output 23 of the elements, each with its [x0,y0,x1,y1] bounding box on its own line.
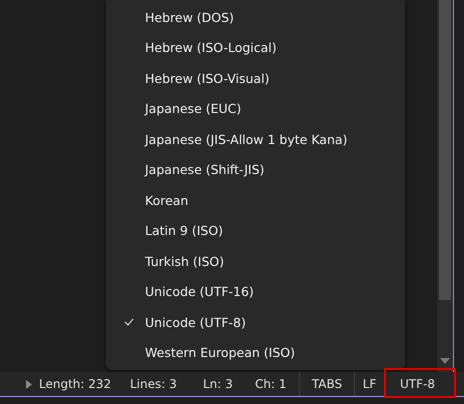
menu-item[interactable]: Japanese (EUC) [106,94,405,124]
status-text: Ln: 3 [203,377,234,391]
status-text: Length: 232 [39,377,112,391]
status-text: Ch: 1 [255,377,288,391]
menu-item[interactable]: Unicode (UTF-8) [106,307,405,338]
menu-item[interactable]: Unicode (UTF-16) [106,276,405,307]
status-button[interactable]: TABS [299,372,354,396]
status-button[interactable]: UTF-8 [384,372,450,396]
menu-item[interactable]: Hebrew (ISO-Visual) [106,63,405,94]
menu-item[interactable]: Japanese (JIS-Allow 1 byte Kana) [106,124,405,154]
menu-item[interactable]: Japanese (Shift-JIS) [106,154,405,185]
menu-item[interactable]: Latin 9 (ISO) [106,216,405,246]
scrollbar[interactable] [437,0,454,372]
scroll-down-icon[interactable] [440,358,450,364]
menu-item[interactable]: Hebrew (DOS) [106,2,405,32]
menu-item[interactable]: Western European (ISO) [106,338,405,368]
scrollbar-thumb[interactable] [439,0,451,300]
expand-icon[interactable] [26,380,32,388]
menu-item[interactable]: Hebrew (ISO-Logical) [106,32,405,63]
status-button[interactable]: LF [354,372,384,396]
status-text: Lines: 3 [130,377,178,391]
menu-item[interactable]: Korean [106,185,405,216]
menu-item[interactable]: Turkish (ISO) [106,246,405,276]
